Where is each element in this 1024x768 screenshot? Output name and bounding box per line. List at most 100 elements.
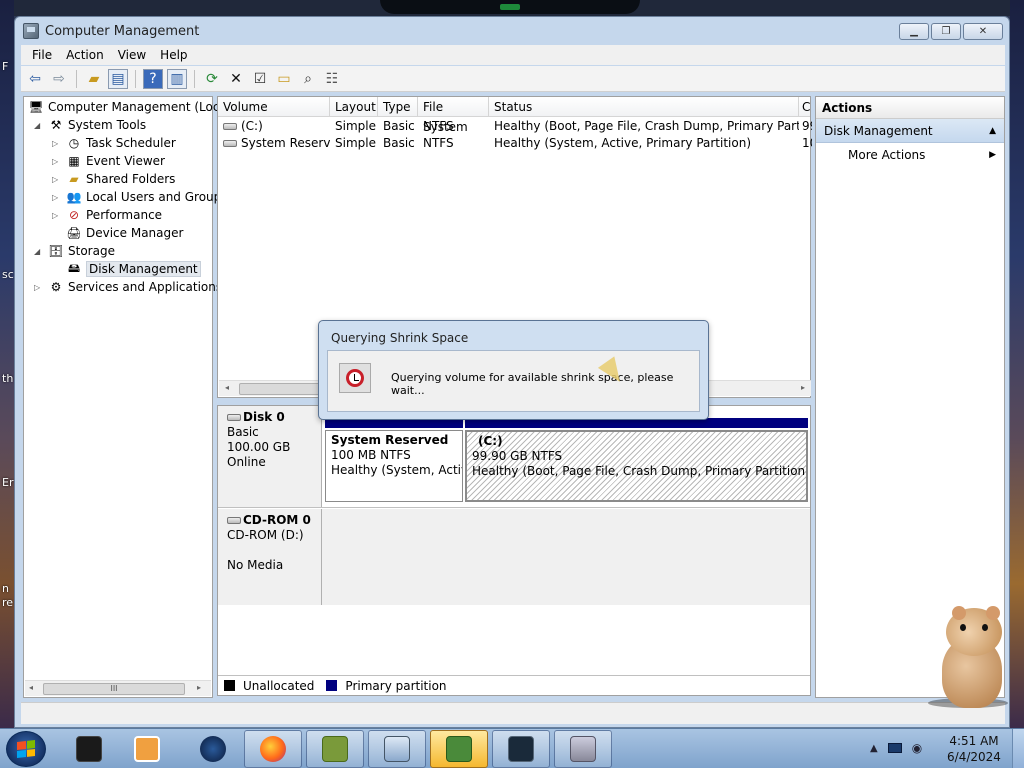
action-label: More Actions [848, 148, 926, 162]
legend-primary-swatch [326, 680, 338, 691]
expand-icon[interactable]: ▷ [52, 193, 62, 202]
taskbar-network-share[interactable] [554, 730, 612, 768]
column-file-system[interactable]: File System [418, 97, 489, 134]
tree-item-task-scheduler[interactable]: ▷ ◷ Task Scheduler [52, 134, 176, 152]
tree-item-performance[interactable]: ▷ ⊘ Performance [52, 206, 162, 224]
expand-icon[interactable]: ▷ [34, 283, 44, 292]
desktop-label[interactable]: Er [2, 476, 13, 489]
help-icon[interactable]: ? [143, 68, 163, 89]
disk-name: Disk 0 [227, 410, 312, 425]
taskbar-computer-management[interactable] [368, 730, 426, 768]
search-icon[interactable]: ⌕ [298, 69, 318, 89]
column-type[interactable]: Type [378, 97, 418, 117]
tree-item-event-viewer[interactable]: ▷ ▦ Event Viewer [52, 152, 165, 170]
start-button[interactable] [6, 731, 46, 767]
partition-system-reserved[interactable]: System Reserved 100 MB NTFS Healthy (Sys… [325, 430, 463, 502]
taskbar-cmd[interactable] [492, 730, 550, 768]
clock-time: 4:51 AM [949, 734, 999, 748]
tree-item-label: Local Users and Groups [86, 190, 228, 204]
delete-icon[interactable]: ✕ [226, 69, 246, 89]
cdrom-0-label[interactable]: CD-ROM 0 CD-ROM (D:) No Media [218, 509, 322, 605]
taskbar-network-globe[interactable] [184, 730, 242, 768]
desktop-label[interactable]: re [2, 596, 13, 609]
desktop-label[interactable]: sc [2, 268, 14, 281]
tree-item-label: Disk Management [86, 261, 201, 277]
network-icon[interactable] [887, 743, 902, 753]
settings-icon[interactable]: ☷ [322, 69, 342, 89]
disk-0-label[interactable]: Disk 0 Basic 100.00 GB Online [218, 406, 322, 507]
desktop-top-bar [0, 0, 1024, 16]
disk-type: CD-ROM (D:) [227, 528, 304, 542]
menu-file[interactable]: File [25, 48, 59, 62]
show-hide-tree-icon[interactable]: ▤ [108, 68, 128, 89]
desktop-label[interactable]: n [2, 582, 9, 595]
tree-item-shared-folders[interactable]: ▷ ▰ Shared Folders [52, 170, 175, 188]
refresh-icon[interactable]: ⟳ [202, 69, 222, 89]
volume-icon[interactable]: ◉ [912, 741, 922, 755]
table-row[interactable]: (C:) Simple Basic NTFS Healthy (Boot, Pa… [218, 118, 812, 135]
collapse-icon[interactable]: ◢ [34, 247, 44, 256]
desktop-label[interactable]: th [2, 372, 13, 385]
scroll-right-icon[interactable]: ▸ [801, 383, 805, 392]
menu-view[interactable]: View [111, 48, 153, 62]
taskbar-warning-app[interactable] [430, 730, 488, 768]
tree-item-local-users-groups[interactable]: ▷ 👥 Local Users and Groups [52, 188, 228, 206]
taskbar-hamster-box[interactable] [306, 730, 364, 768]
scroll-left-icon[interactable]: ◂ [225, 383, 229, 392]
services-icon: ⚙ [50, 280, 62, 294]
show-hidden-icons[interactable]: ▲ [870, 743, 878, 754]
navigation-tree: 🖥 Computer Management (Local ◢ ⚒ System … [23, 96, 230, 698]
fs-cell: NTFS [423, 119, 454, 133]
actions-section-disk-management[interactable]: Disk Management ▲ [816, 119, 1004, 143]
tree-item-storage[interactable]: ◢ 🗄 Storage [34, 242, 115, 260]
up-folder-icon[interactable]: ▰ [84, 69, 104, 89]
show-desktop-button[interactable] [1012, 729, 1024, 768]
users-icon: 👥 [66, 190, 82, 204]
layout-cell: Simple [335, 136, 376, 150]
tree-item-computer-management[interactable]: 🖥 Computer Management (Local [28, 98, 230, 116]
column-layout[interactable]: Layout [330, 97, 378, 117]
scroll-right-icon[interactable]: ▸ [197, 683, 201, 692]
minimize-button[interactable]: ▁ [899, 23, 929, 40]
scroll-thumb[interactable]: III [43, 683, 185, 695]
close-button[interactable]: ✕ [963, 23, 1003, 40]
action-more-actions[interactable]: More Actions ▶ [816, 143, 1004, 167]
menu-help[interactable]: Help [153, 48, 194, 62]
taskbar-terminal[interactable] [60, 730, 118, 768]
tree-horizontal-scrollbar[interactable]: ◂ III ▸ [25, 680, 211, 696]
taskbar-media-player[interactable] [118, 730, 176, 768]
expand-icon[interactable]: ▷ [52, 139, 62, 148]
disk-icon: 🖴 [67, 260, 81, 275]
taskbar-firefox[interactable] [244, 730, 302, 768]
collapse-icon[interactable]: ◢ [34, 121, 44, 130]
open-icon[interactable]: ▭ [274, 69, 294, 89]
desktop-label[interactable]: F [2, 60, 8, 73]
show-hide-action-pane-icon[interactable]: ▥ [167, 68, 187, 89]
hamster-box-icon [322, 736, 348, 762]
tree-item-device-manager[interactable]: 🖨 Device Manager [52, 224, 183, 242]
disk-name: CD-ROM 0 [227, 513, 312, 528]
expand-icon[interactable]: ▷ [52, 175, 62, 184]
close-icon: ✕ [978, 26, 988, 37]
scroll-thumb[interactable] [239, 383, 329, 395]
tree-item-system-tools[interactable]: ◢ ⚒ System Tools [34, 116, 146, 134]
menu-action[interactable]: Action [59, 48, 111, 62]
properties-icon[interactable]: ☑ [250, 69, 270, 89]
forward-arrow-icon[interactable]: ⇨ [49, 69, 69, 89]
tree-item-services-applications[interactable]: ▷ ⚙ Services and Applications [34, 278, 222, 296]
tree-item-disk-management[interactable]: 🖴 Disk Management [52, 260, 201, 278]
column-status[interactable]: Status [489, 97, 799, 117]
system-clock[interactable]: 4:51 AM 6/4/2024 [946, 733, 1002, 765]
column-volume[interactable]: Volume [218, 97, 330, 117]
scroll-left-icon[interactable]: ◂ [29, 683, 33, 692]
window-title: Computer Management [45, 23, 200, 39]
title-bar[interactable]: Computer Management [15, 17, 1009, 45]
back-arrow-icon[interactable]: ⇦ [25, 69, 45, 89]
collapse-up-icon[interactable]: ▲ [989, 119, 996, 143]
expand-icon[interactable]: ▷ [52, 157, 62, 166]
column-capacity[interactable]: C [799, 97, 812, 117]
table-row[interactable]: System Reserved Simple Basic NTFS Health… [218, 135, 812, 152]
partition-c-drive[interactable]: (C:) 99.90 GB NTFS Healthy (Boot, Page F… [465, 430, 808, 502]
maximize-button[interactable]: ❐ [931, 23, 961, 40]
expand-icon[interactable]: ▷ [52, 211, 62, 220]
